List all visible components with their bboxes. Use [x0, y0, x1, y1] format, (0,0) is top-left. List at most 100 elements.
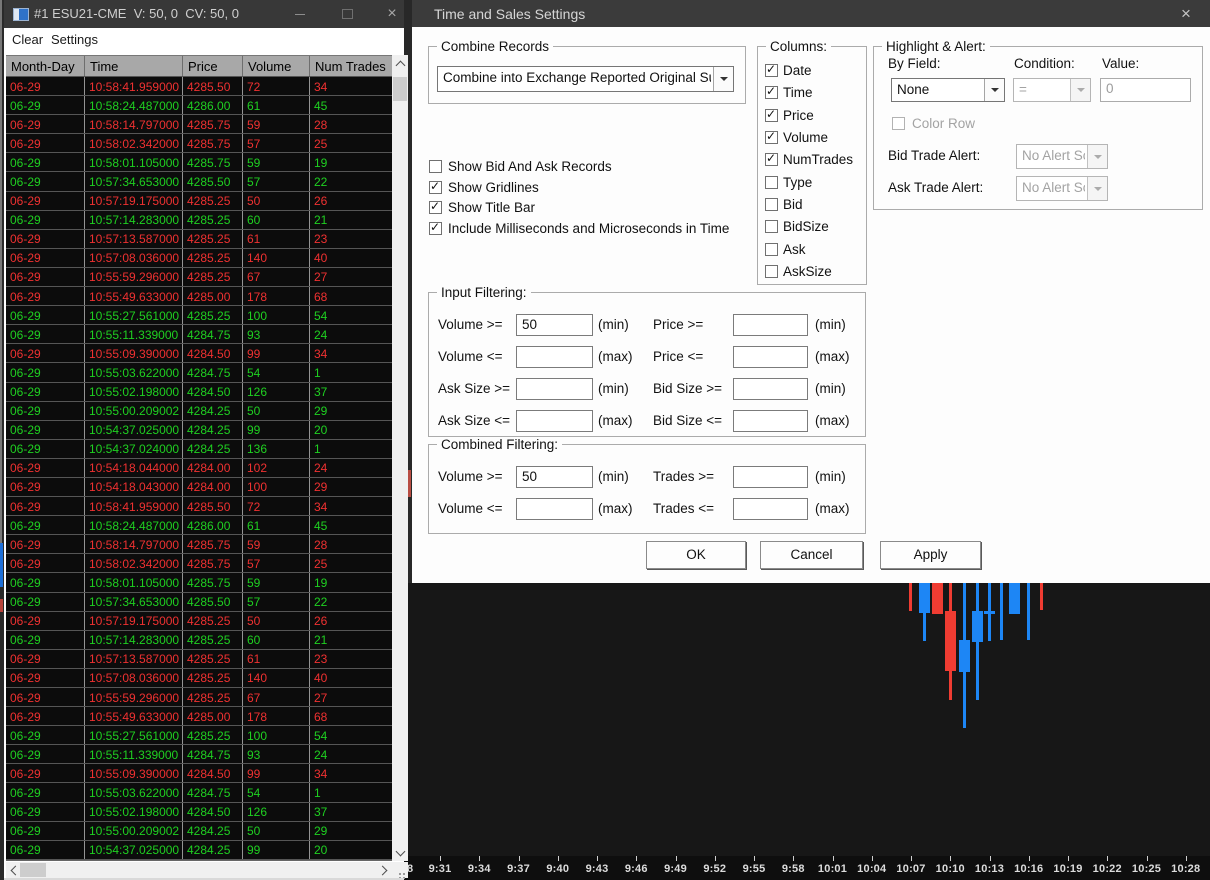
table-row[interactable]: 06-2910:58:24.4870004286.006145	[6, 96, 392, 115]
table-row[interactable]: 06-2910:55:00.2090024284.255029	[6, 822, 392, 841]
combined-filter-input[interactable]	[733, 466, 808, 488]
table-row[interactable]: 06-2910:58:24.4870004286.006145	[6, 516, 392, 535]
resize-grip[interactable]	[392, 862, 408, 878]
combine-records-dropdown[interactable]: Combine into Exchange Reported Original …	[437, 66, 734, 92]
table-row[interactable]: 06-2910:57:14.2830004285.256021	[6, 631, 392, 650]
cancel-button[interactable]: Cancel	[760, 541, 863, 569]
column-header[interactable]: Month-Day	[6, 56, 85, 76]
column-checkbox[interactable]	[765, 220, 778, 233]
maximize-button[interactable]	[330, 0, 364, 28]
option-checkbox[interactable]	[429, 160, 442, 173]
column-header[interactable]: Num Trades	[310, 56, 392, 76]
table-row[interactable]: 06-2910:54:37.0240004284.251361	[6, 860, 392, 861]
combined-filter-input[interactable]	[733, 498, 808, 520]
column-checkbox[interactable]: ✓	[765, 86, 778, 99]
option-checkbox[interactable]: ✓	[429, 201, 442, 214]
input-filter-input[interactable]	[733, 346, 808, 368]
column-header[interactable]: Time	[85, 56, 183, 76]
table-row[interactable]: 06-2910:55:03.6220004284.75541	[6, 783, 392, 802]
table-row[interactable]: 06-2910:57:13.5870004285.256123	[6, 650, 392, 669]
menu-clear[interactable]: Clear	[12, 32, 43, 47]
table-row[interactable]: 06-2910:55:09.3900004284.509934	[6, 344, 392, 363]
column-checkbox[interactable]	[765, 176, 778, 189]
table-row[interactable]: 06-2910:55:27.5610004285.2510054	[6, 726, 392, 745]
chevron-down-icon[interactable]	[984, 79, 1004, 101]
table-row[interactable]: 06-2910:55:59.2960004285.256727	[6, 268, 392, 287]
horizontal-scrollbar-thumb[interactable]	[20, 863, 46, 877]
menu-settings[interactable]: Settings	[51, 32, 98, 47]
table-row[interactable]: 06-2910:55:09.3900004284.509934	[6, 764, 392, 783]
vertical-scrollbar[interactable]	[392, 55, 408, 861]
table-row[interactable]: 06-2910:55:02.1980004284.5012637	[6, 383, 392, 402]
table-row[interactable]: 06-2910:55:00.2090024284.255029	[6, 402, 392, 421]
option-checkbox[interactable]: ✓	[429, 181, 442, 194]
table-row[interactable]: 06-2910:55:03.6220004284.75541	[6, 363, 392, 382]
vertical-scrollbar-thumb[interactable]	[393, 77, 407, 101]
column-checkbox-label: Ask	[783, 242, 806, 257]
column-checkbox[interactable]: ✓	[765, 109, 778, 122]
dialog-close-button[interactable]: ×	[1174, 3, 1198, 25]
combined-filter-input[interactable]: 50	[516, 466, 593, 488]
table-row[interactable]: 06-2910:55:49.6330004285.0017868	[6, 287, 392, 306]
table-row[interactable]: 06-2910:57:34.6530004285.505722	[6, 593, 392, 612]
input-filter-input[interactable]	[516, 378, 593, 400]
table-row[interactable]: 06-2910:58:01.1050004285.755919	[6, 573, 392, 592]
input-filter-input[interactable]	[516, 346, 593, 368]
table-row[interactable]: 06-2910:58:14.7970004285.755928	[6, 535, 392, 554]
table-row[interactable]: 06-2910:55:02.1980004284.5012637	[6, 803, 392, 822]
axis-tick	[833, 856, 834, 861]
table-cell: 10:58:01.105000	[85, 153, 183, 171]
table-row[interactable]: 06-2910:54:37.0250004284.259920	[6, 421, 392, 440]
scroll-up-button[interactable]	[392, 55, 408, 72]
table-row[interactable]: 06-2910:54:18.0430004284.0010029	[6, 478, 392, 497]
table-row[interactable]: 06-2910:55:49.6330004285.0017868	[6, 707, 392, 726]
table-row[interactable]: 06-2910:55:27.5610004285.2510054	[6, 306, 392, 325]
table-row[interactable]: 06-2910:58:02.3420004285.755725	[6, 134, 392, 153]
dialog-title-bar[interactable]: Time and Sales Settings ×	[412, 0, 1210, 27]
ok-button[interactable]: OK	[646, 541, 746, 569]
table-row[interactable]: 06-2910:57:08.0360004285.2514040	[6, 669, 392, 688]
column-checkbox[interactable]	[765, 265, 778, 278]
table-row[interactable]: 06-2910:55:59.2960004285.256727	[6, 688, 392, 707]
column-checkbox[interactable]: ✓	[765, 153, 778, 166]
input-filter-input[interactable]	[733, 314, 808, 336]
input-filter-input[interactable]	[733, 378, 808, 400]
input-filter-input[interactable]	[516, 410, 593, 432]
by-field-dropdown[interactable]: None	[891, 78, 1005, 102]
table-row[interactable]: 06-2910:58:14.7970004285.755928	[6, 115, 392, 134]
scroll-down-button[interactable]	[392, 844, 408, 861]
scroll-right-button[interactable]	[376, 862, 392, 878]
column-checkbox[interactable]: ✓	[765, 64, 778, 77]
column-header[interactable]: Volume	[243, 56, 310, 76]
title-bar[interactable]: #1 ESU21-CME V: 50, 0 CV: 50, 0 ×	[4, 0, 404, 28]
horizontal-scrollbar[interactable]	[6, 862, 392, 878]
table-row[interactable]: 06-2910:57:34.6530004285.505722	[6, 172, 392, 191]
chevron-down-icon[interactable]	[713, 67, 733, 91]
table-row[interactable]: 06-2910:57:08.0360004285.2514040	[6, 249, 392, 268]
close-button[interactable]: ×	[375, 0, 409, 28]
table-row[interactable]: 06-2910:58:41.9590004285.507234	[6, 497, 392, 516]
table-row[interactable]: 06-2910:57:19.1750004285.255026	[6, 192, 392, 211]
option-checkbox[interactable]: ✓	[429, 222, 442, 235]
column-checkbox[interactable]	[765, 198, 778, 211]
combined-filter-input[interactable]	[516, 498, 593, 520]
input-filter-input[interactable]	[733, 410, 808, 432]
column-checkbox[interactable]	[765, 243, 778, 256]
table-row[interactable]: 06-2910:58:41.9590004285.507234	[6, 77, 392, 96]
table-row[interactable]: 06-2910:55:11.3390004284.759324	[6, 745, 392, 764]
table-row[interactable]: 06-2910:54:37.0240004284.251361	[6, 440, 392, 459]
column-header[interactable]: Price	[183, 56, 243, 76]
apply-button[interactable]: Apply	[880, 541, 981, 569]
table-row[interactable]: 06-2910:58:01.1050004285.755919	[6, 153, 392, 172]
table-body[interactable]: 06-2910:58:41.9590004285.50723406-2910:5…	[6, 77, 392, 861]
table-row[interactable]: 06-2910:55:11.3390004284.759324	[6, 325, 392, 344]
table-row[interactable]: 06-2910:58:02.3420004285.755725	[6, 554, 392, 573]
column-checkbox[interactable]: ✓	[765, 131, 778, 144]
table-row[interactable]: 06-2910:57:19.1750004285.255026	[6, 612, 392, 631]
table-row[interactable]: 06-2910:57:14.2830004285.256021	[6, 211, 392, 230]
table-row[interactable]: 06-2910:54:37.0250004284.259920	[6, 841, 392, 860]
table-row[interactable]: 06-2910:54:18.0440004284.0010224	[6, 459, 392, 478]
input-filter-input[interactable]: 50	[516, 314, 593, 336]
minimize-button[interactable]	[283, 0, 317, 28]
table-row[interactable]: 06-2910:57:13.5870004285.256123	[6, 230, 392, 249]
